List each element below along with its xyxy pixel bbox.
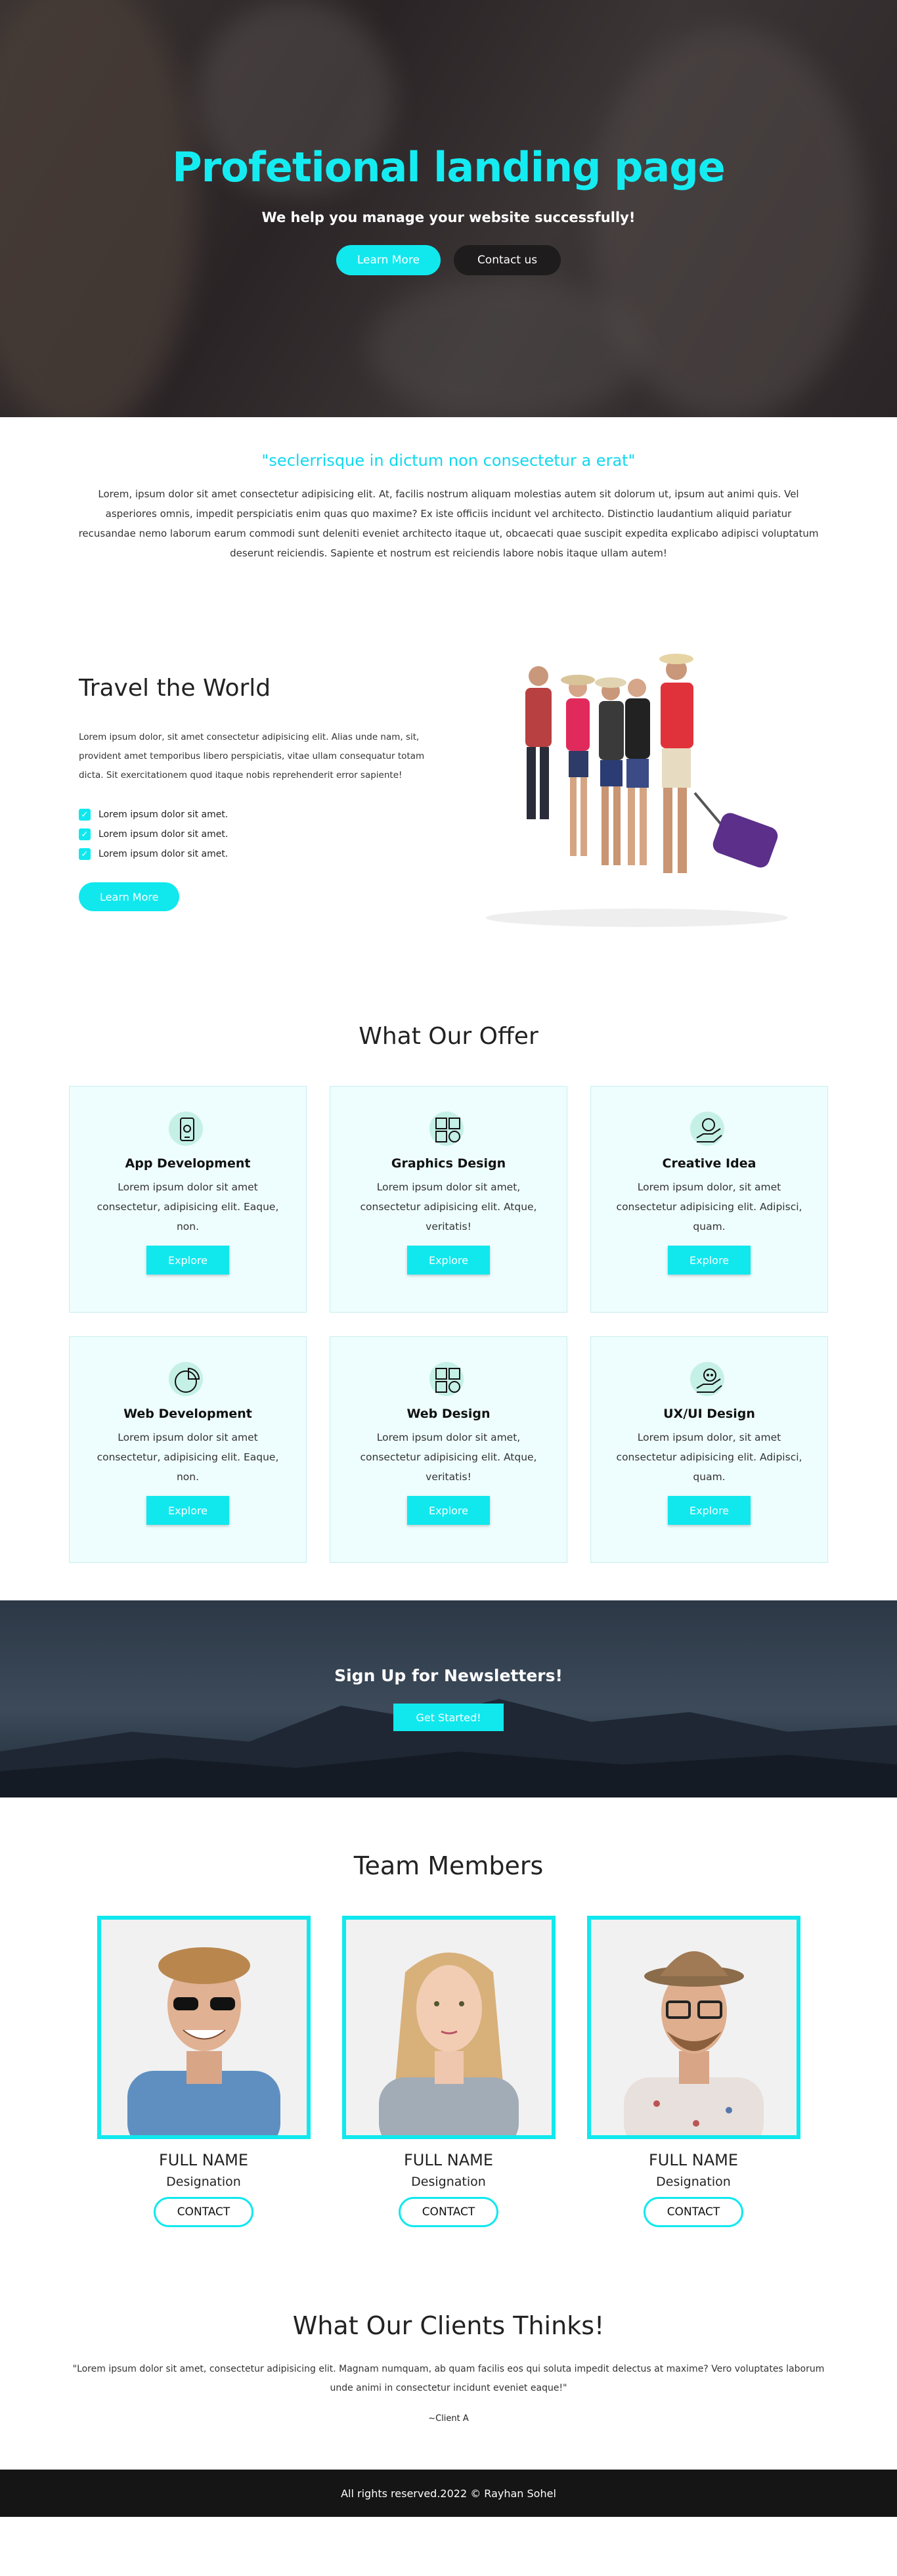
- hero-title: Profetional landing page: [172, 143, 726, 191]
- card-title: Creative Idea: [662, 1156, 756, 1171]
- client-testimonial: "Lorem ipsum dolor sit amet, consectetur…: [72, 2364, 825, 2393]
- list-item: ✓ Lorem ipsum dolor sit amet.: [79, 825, 447, 844]
- explore-button[interactable]: Explore: [146, 1246, 229, 1275]
- member-photo: [341, 1916, 556, 2139]
- team-member-card: FULL NAME Designation CONTACT: [586, 1916, 800, 2227]
- explore-button[interactable]: Explore: [668, 1246, 751, 1275]
- team-member-card: FULL NAME Designation CONTACT: [97, 1916, 311, 2227]
- travel-description: Lorem ipsum dolor, sit amet consectetur …: [79, 732, 425, 780]
- footer: All rights reserved.2022 © Rayhan Sohel: [0, 2470, 897, 2517]
- mobile-app-icon: [169, 1112, 207, 1150]
- offer-title: What Our Offer: [359, 1023, 538, 1050]
- hero-subtitle: We help you manage your website successf…: [261, 210, 636, 225]
- design-grid-icon: [429, 1112, 468, 1150]
- offer-card: Web Design Lorem ipsum dolor sit amet, c…: [330, 1336, 567, 1563]
- offer-card: Web Development Lorem ipsum dolor sit am…: [69, 1336, 307, 1563]
- contact-button[interactable]: CONTACT: [399, 2197, 498, 2227]
- explore-button[interactable]: Explore: [146, 1496, 229, 1525]
- idea-hand-icon: [690, 1112, 728, 1150]
- offer-card: App Development Lorem ipsum dolor sit am…: [69, 1086, 307, 1313]
- travelers-image: [447, 642, 818, 938]
- member-name: FULL NAME: [404, 2151, 493, 2169]
- client-name: ~Client A: [428, 2414, 469, 2424]
- offer-card: Graphics Design Lorem ipsum dolor sit am…: [330, 1086, 567, 1313]
- clients-title: What Our Clients Thinks!: [292, 2311, 605, 2340]
- explore-button[interactable]: Explore: [407, 1496, 490, 1525]
- team-member-card: FULL NAME Designation CONTACT: [341, 1916, 556, 2227]
- member-photo: [586, 1916, 800, 2139]
- contact-us-button[interactable]: Contact us: [453, 245, 561, 275]
- card-title: Web Development: [123, 1407, 252, 1421]
- offer-card: Creative Idea Lorem ipsum dolor, sit ame…: [590, 1086, 828, 1313]
- member-designation: Designation: [166, 2175, 241, 2189]
- intro-section: "seclerrisque in dictum non consectetur …: [0, 417, 897, 563]
- newsletter-section: Sign Up for Newsletters! Get Started!: [0, 1600, 897, 1797]
- offer-section: What Our Offer App Development Lorem ips…: [0, 938, 897, 1563]
- list-item: ✓ Lorem ipsum dolor sit amet.: [79, 844, 447, 864]
- travel-learn-more-button[interactable]: Learn More: [79, 882, 180, 911]
- card-text: Lorem ipsum dolor sit amet consectetur, …: [97, 1432, 279, 1483]
- list-item: ✓ Lorem ipsum dolor sit amet.: [79, 805, 447, 825]
- member-designation: Designation: [656, 2175, 731, 2189]
- member-name: FULL NAME: [159, 2151, 248, 2169]
- team-section: Team Members FULL NAME Designation CONTA…: [0, 1797, 897, 2227]
- explore-button[interactable]: Explore: [668, 1496, 751, 1525]
- card-text: Lorem ipsum dolor sit amet, consectetur …: [360, 1181, 537, 1232]
- card-title: Graphics Design: [391, 1156, 506, 1171]
- explore-button[interactable]: Explore: [407, 1246, 490, 1275]
- contact-button[interactable]: CONTACT: [154, 2197, 253, 2227]
- card-title: UX/UI Design: [663, 1407, 755, 1421]
- card-text: Lorem ipsum dolor sit amet consectetur, …: [97, 1181, 279, 1232]
- checkbox-icon: ✓: [79, 809, 91, 821]
- chat-hand-icon: [690, 1362, 728, 1400]
- member-name: FULL NAME: [649, 2151, 738, 2169]
- checkbox-icon: ✓: [79, 828, 91, 840]
- contact-button[interactable]: CONTACT: [644, 2197, 743, 2227]
- card-text: Lorem ipsum dolor sit amet, consectetur …: [360, 1432, 537, 1483]
- newsletter-title: Sign Up for Newsletters!: [334, 1666, 563, 1685]
- card-text: Lorem ipsum dolor, sit amet consectetur …: [616, 1432, 802, 1483]
- intro-text: Lorem, ipsum dolor sit amet consectetur …: [78, 488, 819, 559]
- clients-section: What Our Clients Thinks! "Lorem ipsum do…: [0, 2227, 897, 2470]
- get-started-button[interactable]: Get Started!: [393, 1704, 504, 1731]
- card-title: Web Design: [406, 1407, 491, 1421]
- design-grid-icon: [429, 1362, 468, 1400]
- checkbox-icon: ✓: [79, 848, 91, 860]
- travel-checklist: ✓ Lorem ipsum dolor sit amet. ✓ Lorem ipsu…: [79, 805, 447, 864]
- learn-more-button[interactable]: Learn More: [336, 245, 441, 275]
- hero-section: Profetional landing page We help you man…: [0, 0, 897, 417]
- footer-copyright: All rights reserved.2022 © Rayhan Sohel: [341, 2487, 556, 2500]
- offer-card: UX/UI Design Lorem ipsum dolor, sit amet…: [590, 1336, 828, 1563]
- team-title: Team Members: [353, 1851, 544, 1880]
- pie-chart-icon: [169, 1362, 207, 1400]
- travel-title: Travel the World: [79, 675, 271, 702]
- card-title: App Development: [125, 1156, 251, 1171]
- member-photo: [97, 1916, 311, 2139]
- member-designation: Designation: [411, 2175, 486, 2189]
- travel-section: Travel the World Lorem ipsum dolor, sit …: [0, 563, 897, 938]
- intro-quote: "seclerrisque in dictum non consectetur …: [261, 451, 636, 470]
- card-text: Lorem ipsum dolor, sit amet consectetur …: [616, 1181, 802, 1232]
